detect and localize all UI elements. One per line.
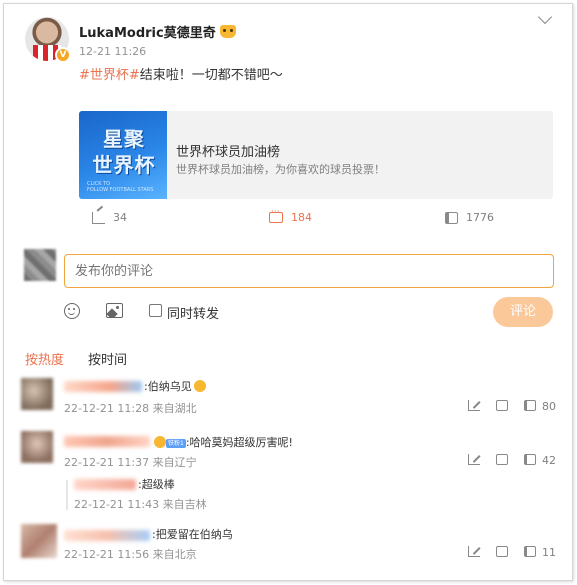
comment-share-icon[interactable]	[468, 454, 480, 465]
comment-like-icon[interactable]	[524, 546, 536, 557]
commenter-name[interactable]	[64, 381, 142, 392]
card-image-title-2: 世界杯	[92, 153, 156, 177]
comment-share-icon[interactable]	[468, 546, 480, 557]
comment-like-count: 80	[542, 400, 556, 413]
comment-text: 铁粉1:哈哈莫妈超级厉害呢!	[152, 434, 293, 450]
comment-share-icon[interactable]	[468, 400, 480, 411]
like-button[interactable]: 1776	[445, 211, 494, 224]
card-title[interactable]: 世界杯球员加油榜	[176, 141, 280, 160]
comment-text: :伯纳乌见	[144, 378, 206, 394]
comment-like-count: 42	[542, 454, 556, 467]
post-time[interactable]: 12-21 11:26	[79, 45, 146, 58]
comment-like-count: 11	[542, 546, 556, 559]
comment-text-body: :哈哈莫妈超级厉害呢!	[185, 436, 293, 449]
submit-comment-button[interactable]: 评论	[493, 297, 553, 327]
comment-meta: 22-12-21 11:56 来自北京	[64, 548, 197, 561]
hashtag-link[interactable]: #世界杯#	[79, 68, 140, 83]
fan-badge: 铁粉1	[166, 439, 186, 448]
replier-name[interactable]	[74, 479, 136, 490]
share-icon	[92, 211, 105, 224]
my-avatar	[24, 249, 56, 281]
link-card[interactable]: 星聚 世界杯 CLICK TO FOLLOW FOOTBALL STARS 世界杯…	[79, 111, 553, 199]
vip-crown-icon	[219, 25, 236, 38]
chevron-down-icon[interactable]	[537, 9, 553, 25]
commenter-avatar[interactable]	[21, 378, 53, 410]
commenter-avatar[interactable]	[21, 524, 57, 558]
reply-meta: 22-12-21 11:43 来自吉林	[74, 498, 207, 511]
tab-hot[interactable]: 按热度	[25, 349, 64, 368]
forward-checkbox[interactable]	[149, 304, 162, 317]
comment-reply-icon[interactable]	[496, 546, 508, 557]
laugh-emoji-icon	[193, 380, 206, 392]
comment-reply-icon[interactable]	[496, 400, 508, 411]
card-image-caption-2: FOLLOW FOOTBALL STARS	[87, 187, 154, 193]
author-name-text[interactable]: LukaModric莫德里奇	[79, 26, 216, 41]
share-count: 34	[113, 211, 127, 224]
comment-icon	[269, 207, 283, 223]
forward-label: 同时转发	[167, 307, 220, 322]
comment-count: 184	[291, 211, 312, 224]
reply-text: :超级棒	[138, 478, 175, 491]
comment-reply-icon[interactable]	[496, 454, 508, 465]
share-button[interactable]: 34	[92, 211, 127, 224]
emoji-icon[interactable]	[64, 303, 80, 319]
post-body: 结束啦！一切都不错吧～	[139, 68, 283, 83]
post-text: #世界杯#结束啦！一切都不错吧～	[79, 64, 283, 83]
commenter-name[interactable]	[64, 436, 150, 447]
author-name[interactable]: LukaModric莫德里奇	[79, 22, 236, 41]
card-image-title-1: 星聚	[103, 127, 145, 151]
fan-emoji-icon	[154, 436, 166, 448]
comment-text: :把爱留在伯纳乌	[152, 528, 233, 541]
comment-meta: 22-12-21 11:37 来自辽宁	[64, 456, 197, 469]
comment-meta: 22-12-21 11:28 来自湖北	[64, 402, 197, 415]
verified-badge-icon: V	[55, 47, 71, 63]
image-icon[interactable]	[106, 303, 123, 318]
card-description: 世界杯球员加油榜，为你喜欢的球员投票！	[176, 163, 385, 176]
weibo-post-window: V LukaModric莫德里奇 12-21 11:26 #世界杯#结束啦！一切…	[3, 3, 573, 581]
commenter-name[interactable]	[64, 530, 150, 541]
card-thumbnail: 星聚 世界杯 CLICK TO FOLLOW FOOTBALL STARS	[79, 111, 167, 199]
comment-input[interactable]	[64, 254, 554, 288]
comment-like-icon[interactable]	[524, 454, 536, 465]
tab-time[interactable]: 按时间	[88, 349, 127, 368]
thumbs-up-icon	[445, 211, 458, 224]
card-image-caption: CLICK TO FOLLOW FOOTBALL STARS	[87, 181, 153, 193]
commenter-avatar[interactable]	[21, 431, 53, 463]
like-count: 1776	[466, 211, 494, 224]
reply-divider	[66, 480, 68, 510]
comment-like-icon[interactable]	[524, 400, 536, 411]
comment-button[interactable]: 184	[269, 207, 312, 224]
comment-text-body: :伯纳乌见	[144, 380, 192, 393]
